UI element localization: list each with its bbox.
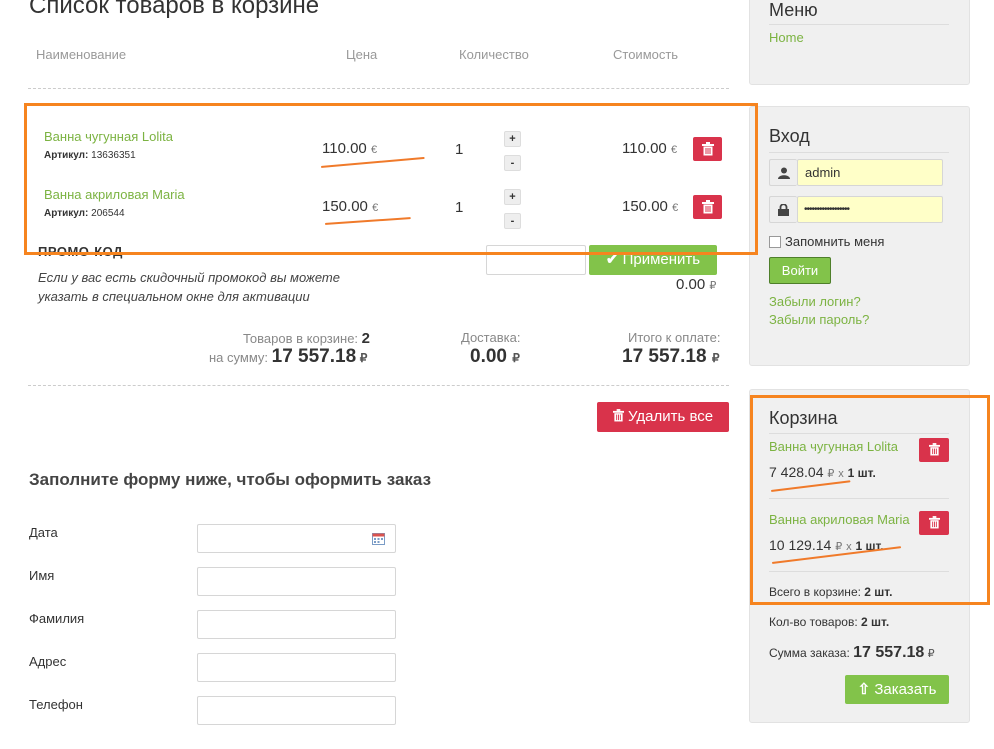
forgot-password-link[interactable]: Забыли пароль?	[769, 312, 869, 327]
place-order-button[interactable]: ⇧ Заказать	[845, 675, 949, 704]
column-header-quantity: Количество	[459, 47, 529, 62]
cart-sum-row: на сумму: 17 557.18 ₽	[209, 346, 367, 368]
ruble-sign: ₽	[927, 648, 935, 660]
delivery-row: 0.00 ₽	[470, 346, 520, 368]
date-label: Дата	[29, 525, 58, 540]
grand-total-row: 17 557.18 ₽	[622, 346, 719, 368]
calendar-icon[interactable]	[372, 533, 385, 545]
delete-all-label: Удалить все	[628, 408, 714, 425]
first-name-field[interactable]	[197, 567, 396, 596]
last-name-field[interactable]	[197, 610, 396, 639]
username-input[interactable]: admin	[797, 159, 943, 186]
ruble-sign: ₽	[711, 351, 720, 365]
forgot-login-link[interactable]: Забыли логин?	[769, 294, 861, 309]
lock-icon-addon	[769, 196, 797, 223]
login-divider	[769, 152, 949, 153]
column-header-name: Наименование	[36, 47, 127, 62]
ruble-sign: ₽	[512, 351, 520, 365]
items-count-row: Товаров в корзине: 2	[243, 330, 370, 347]
header-divider	[28, 88, 729, 89]
grand-total-value: 17 557.18	[622, 346, 707, 367]
ruble-sign: ₽	[359, 351, 368, 365]
promo-discount: 0.00 ₽	[676, 276, 716, 293]
items-count-label-sidebar: Кол-во товаров:	[769, 615, 858, 629]
address-field[interactable]	[197, 653, 396, 682]
delivery-value: 0.00	[470, 346, 507, 367]
order-sum-value: 17 557.18	[853, 644, 925, 661]
user-icon	[778, 167, 790, 179]
delivery-label: Доставка:	[461, 330, 521, 345]
order-form-heading: Заполните форму ниже, чтобы оформить зак…	[29, 470, 432, 489]
discount-value: 0.00	[676, 276, 706, 293]
user-icon-addon	[769, 159, 797, 186]
home-link[interactable]: Home	[769, 30, 804, 45]
lock-icon	[778, 203, 789, 216]
ruble-sign: ₽	[709, 280, 717, 292]
trash-icon	[612, 409, 624, 422]
remember-me-label: Запомнить меня	[785, 234, 885, 249]
delete-all-button[interactable]: Удалить все	[597, 402, 729, 432]
date-field[interactable]	[197, 524, 396, 553]
column-header-cost: Стоимость	[613, 47, 679, 62]
address-label: Адрес	[29, 654, 67, 669]
annotation-highlight-box	[750, 395, 990, 605]
phone-label: Телефон	[29, 697, 83, 712]
items-count-value: 2	[361, 330, 371, 347]
login-submit-button[interactable]: Войти	[769, 257, 831, 284]
menu-title: Меню	[769, 0, 818, 20]
items-count-value-sidebar: 2 шт.	[861, 615, 890, 629]
login-title: Вход	[769, 126, 810, 146]
cart-sum-label: на сумму:	[209, 350, 269, 365]
menu-divider	[769, 24, 949, 25]
last-name-label: Фамилия	[29, 611, 85, 626]
order-sum-label: Сумма заказа:	[769, 646, 850, 660]
page-title: Список товаров в корзине	[29, 0, 320, 19]
password-input[interactable]: ••••••••••••••••••	[797, 196, 943, 223]
cart-sum-value: 17 557.18	[271, 346, 357, 367]
order-sum-row: Сумма заказа: 17 557.18 ₽	[769, 644, 935, 662]
grand-total-label: Итого к оплате:	[628, 330, 721, 345]
arrow-up-icon: ⇧	[857, 681, 871, 698]
items-count-label: Товаров в корзине:	[243, 331, 359, 346]
phone-field[interactable]	[197, 696, 396, 725]
items-count-row-sidebar: Кол-во товаров: 2 шт.	[769, 615, 889, 629]
promo-hint: Если у вас есть скидочный промокод вы мо…	[38, 270, 340, 304]
first-name-label: Имя	[29, 568, 55, 583]
place-order-label: Заказать	[874, 681, 937, 698]
summary-divider	[28, 385, 729, 386]
annotation-highlight-box	[24, 103, 758, 255]
remember-me-checkbox[interactable]	[769, 236, 781, 248]
column-header-price: Цена	[346, 47, 378, 62]
